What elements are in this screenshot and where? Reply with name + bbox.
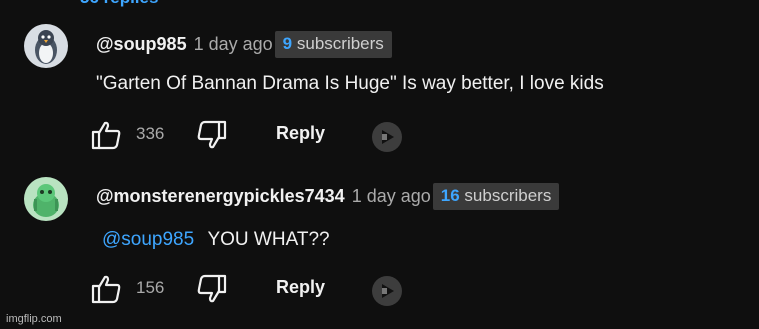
replies-toggle-partial[interactable]: 56 replies <box>80 0 158 8</box>
circle-badge-icon[interactable] <box>370 120 404 154</box>
comment-header: @monsterenergypickles7434 1 day ago 16 s… <box>96 183 560 210</box>
subscriber-label: subscribers <box>296 34 384 53</box>
like-count: 156 <box>136 278 165 297</box>
mention-link[interactable]: @soup985 <box>102 229 194 250</box>
comment-body: YOU WHAT?? <box>207 229 330 250</box>
reply-button[interactable]: Reply <box>276 123 325 144</box>
thumbs-up-icon[interactable] <box>90 272 124 306</box>
like-count: 336 <box>136 124 165 143</box>
comment-timestamp[interactable]: 1 day ago <box>194 34 273 55</box>
thumbs-down-icon[interactable] <box>194 272 228 306</box>
thumbs-down-icon[interactable] <box>194 118 228 152</box>
subscriber-count: 16 <box>440 186 460 205</box>
green-character-avatar[interactable] <box>24 177 68 221</box>
channel-handle[interactable]: @monsterenergypickles7434 <box>96 186 345 207</box>
penguin-avatar[interactable] <box>24 24 68 68</box>
comment-actions: 336 Reply <box>90 118 420 152</box>
subscriber-count: 9 <box>282 34 293 53</box>
subscriber-label: subscribers <box>464 186 552 205</box>
comment-text: "Garten Of Bannan Drama Is Huge" Is way … <box>96 73 604 94</box>
comment-text: @soup985 YOU WHAT?? <box>96 229 330 251</box>
reply-button[interactable]: Reply <box>276 277 325 298</box>
comment-header: @soup985 1 day ago 9 subscribers <box>96 31 392 58</box>
circle-badge-icon[interactable] <box>370 274 404 308</box>
comment-timestamp[interactable]: 1 day ago <box>352 186 431 207</box>
imgflip-watermark: imgflip.com <box>6 313 62 325</box>
thumbs-up-icon[interactable] <box>90 118 124 152</box>
subscriber-badge: 9 subscribers <box>274 31 392 58</box>
channel-handle[interactable]: @soup985 <box>96 34 187 55</box>
subscriber-badge: 16 subscribers <box>432 183 560 210</box>
comment-actions: 156 Reply <box>90 272 420 306</box>
